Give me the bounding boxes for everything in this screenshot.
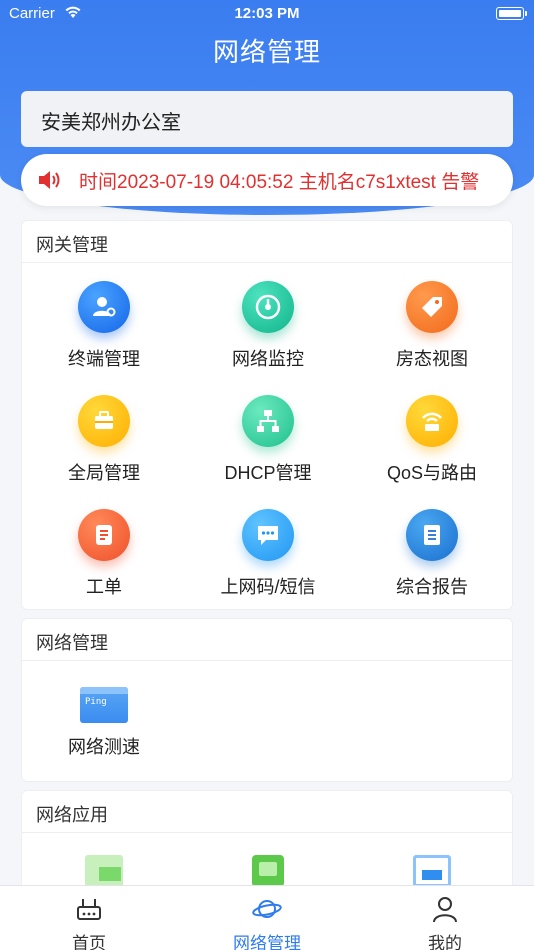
network-management-title: 网络管理	[22, 619, 512, 661]
tile-label: 终端管理	[68, 349, 140, 369]
tag-icon	[406, 281, 458, 333]
battery-icon	[496, 7, 527, 20]
page-title: 网络管理	[212, 37, 321, 67]
monitor-gauge-icon	[242, 281, 294, 333]
clock: 12:03 PM	[234, 5, 300, 22]
tile-label: 上网码/短信	[220, 577, 316, 597]
tile-dhcp-management[interactable]: DHCP管理	[186, 395, 350, 485]
tile-label: 全局管理	[68, 463, 140, 483]
tile-label: 网络测速	[68, 737, 140, 757]
site-selector[interactable]: 安美郑州办公室	[21, 91, 513, 147]
tile-access-code-sms[interactable]: 上网码/短信	[186, 509, 350, 599]
router-wifi-icon	[406, 395, 458, 447]
tile-label: DHCP管理	[224, 463, 312, 483]
scan-icon	[413, 855, 451, 887]
network-management-card: 网络管理 Ping 网络测速	[21, 618, 513, 782]
network-tree-icon	[242, 395, 294, 447]
ping-window-icon: Ping	[80, 687, 128, 723]
terminal-user-icon	[78, 281, 130, 333]
tile-global-management[interactable]: 全局管理	[22, 395, 186, 485]
tile-label: QoS与路由	[386, 463, 478, 483]
network-apps-title: 网络应用	[22, 791, 512, 833]
chat-message-icon	[242, 509, 294, 561]
app-list-icon	[85, 855, 123, 887]
tab-mine[interactable]: 我的	[356, 886, 534, 950]
notice-bar[interactable]: 时间2023-07-19 04:05:52 主机名c7s1xtest 告警	[21, 154, 513, 206]
tile-label: 综合报告	[396, 577, 468, 597]
document-list-icon	[78, 509, 130, 561]
notice-ticker-text: 时间2023-07-19 04:05:52 主机名c7s1xtest 告警	[79, 172, 480, 193]
tile-label: 房态视图	[396, 349, 468, 369]
tab-label: 网络管理	[233, 934, 301, 950]
tab-network-management[interactable]: 网络管理	[178, 886, 356, 950]
tile-label: 网络监控	[232, 349, 304, 369]
tile-network-speed-test[interactable]: Ping 网络测速	[22, 687, 186, 759]
tab-label: 首页	[72, 934, 106, 950]
tile-label: 工单	[86, 577, 122, 597]
bottom-tab-bar: 首页 网络管理 我的	[0, 885, 534, 950]
tile-comprehensive-report[interactable]: 综合报告	[350, 509, 514, 599]
router-icon	[77, 899, 101, 920]
tile-terminal-management[interactable]: 终端管理	[22, 281, 186, 371]
planet-icon	[252, 900, 282, 918]
tile-app-square[interactable]	[186, 855, 350, 887]
tile-network-monitor[interactable]: 网络监控	[186, 281, 350, 371]
tile-qos-routing[interactable]: QoS与路由	[350, 395, 514, 485]
tab-label: 我的	[428, 934, 462, 950]
tile-work-order[interactable]: 工单	[22, 509, 186, 599]
report-icon	[406, 509, 458, 561]
site-name: 安美郑州办公室	[41, 112, 181, 134]
toolbox-icon	[78, 395, 130, 447]
speaker-icon	[39, 171, 60, 189]
status-bar: Carrier 12:03 PM	[0, 0, 534, 28]
person-icon	[433, 897, 457, 923]
gateway-management-card: 网关管理 终端管理 网络监控 房态视图 全局管理 DHCP管理 QoS与路由 工…	[21, 220, 513, 610]
tile-app-list[interactable]	[22, 855, 186, 887]
tile-room-status-view[interactable]: 房态视图	[350, 281, 514, 371]
gateway-management-title: 网关管理	[22, 221, 512, 263]
app-square-icon	[252, 855, 284, 887]
ping-badge-text: Ping	[85, 697, 107, 707]
tab-home[interactable]: 首页	[0, 886, 178, 950]
tile-app-scan[interactable]	[350, 855, 514, 887]
